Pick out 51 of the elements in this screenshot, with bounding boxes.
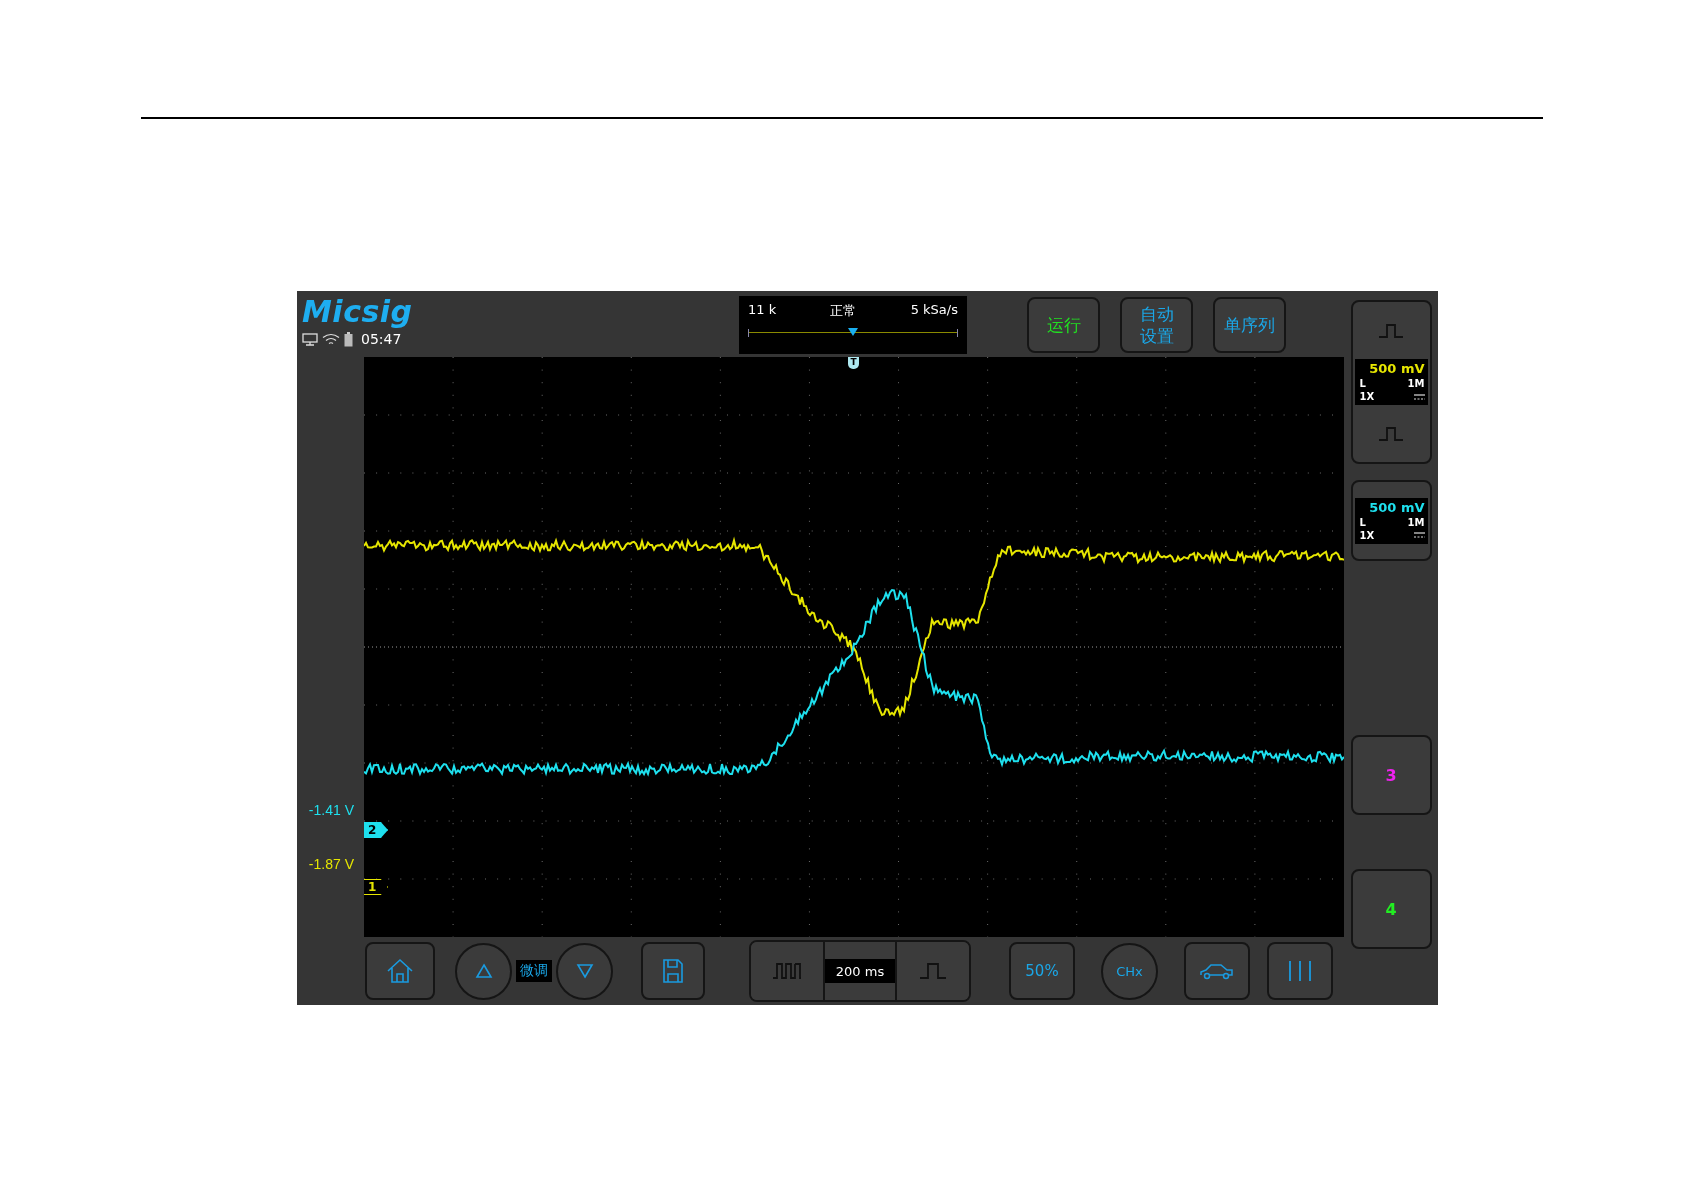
home-icon xyxy=(386,958,414,984)
logo: Micsig xyxy=(302,295,414,329)
car-icon xyxy=(1199,962,1235,980)
trigger-marker[interactable]: T xyxy=(848,357,859,369)
volts-per-div: 500 mV xyxy=(1368,499,1425,516)
save-icon xyxy=(662,958,684,984)
input-impedance: 1M xyxy=(1407,515,1425,529)
channel-info[interactable]: 500 mV L 1M 1X xyxy=(1354,497,1428,544)
auto-button[interactable] xyxy=(1184,942,1250,1000)
timebase-value: 200 ms xyxy=(823,942,897,1000)
pulse-train-icon xyxy=(772,962,802,980)
input-impedance: 1M xyxy=(1407,377,1425,390)
channel-offset: -1.87 V xyxy=(308,856,354,872)
up-triangle-icon xyxy=(474,963,493,979)
channel-marker[interactable]: 1 xyxy=(364,879,388,895)
channel-offset: -1.41 V xyxy=(308,802,354,818)
save-button[interactable] xyxy=(641,942,705,1000)
channel-select-button[interactable]: CHx xyxy=(1101,942,1158,1000)
probe-ratio: 1X xyxy=(1359,528,1375,542)
fine-adjust-label: 微调 xyxy=(516,960,552,982)
down-triangle-icon xyxy=(575,963,594,979)
pulse-icon xyxy=(1378,322,1404,339)
bandwidth-limit: L xyxy=(1359,377,1366,390)
channel-button[interactable]: 4 xyxy=(1350,869,1432,949)
fifty-percent-button[interactable]: 50% xyxy=(1009,942,1075,1000)
wifi-icon xyxy=(322,332,340,346)
home-button[interactable] xyxy=(365,942,435,1000)
channel-marker[interactable]: 2 xyxy=(364,822,388,838)
sample-rate: 5 kSa/s xyxy=(910,302,958,319)
function-button[interactable]: 自动设置 xyxy=(1120,297,1193,353)
channel-info[interactable]: 500 mV L 1M 1X xyxy=(1354,359,1428,405)
probe-ratio: 1X xyxy=(1359,390,1375,403)
acquisition-mode: 正常 xyxy=(830,302,857,320)
monitor-icon xyxy=(302,332,318,346)
function-button[interactable]: 运行 xyxy=(1027,297,1100,353)
dc-coupling-icon xyxy=(1413,532,1425,538)
vertical-bars-icon xyxy=(1287,960,1313,982)
function-button[interactable]: 单序列 xyxy=(1213,297,1286,353)
battery-icon xyxy=(344,331,353,347)
up-button[interactable] xyxy=(455,942,512,1000)
pulse-icon xyxy=(918,962,948,980)
dc-coupling-icon xyxy=(1413,393,1425,400)
volts-per-div: 500 mV xyxy=(1368,361,1425,377)
position-thumb[interactable] xyxy=(848,328,858,336)
bandwidth-limit: L xyxy=(1359,515,1366,529)
pulse-icon xyxy=(1378,425,1404,442)
memory-depth: 11 k xyxy=(748,302,777,319)
down-button[interactable] xyxy=(556,942,613,1000)
clock-time: 05:47 xyxy=(361,331,402,347)
cursor-button[interactable] xyxy=(1267,942,1333,1000)
memory-position-slider[interactable] xyxy=(748,329,958,337)
